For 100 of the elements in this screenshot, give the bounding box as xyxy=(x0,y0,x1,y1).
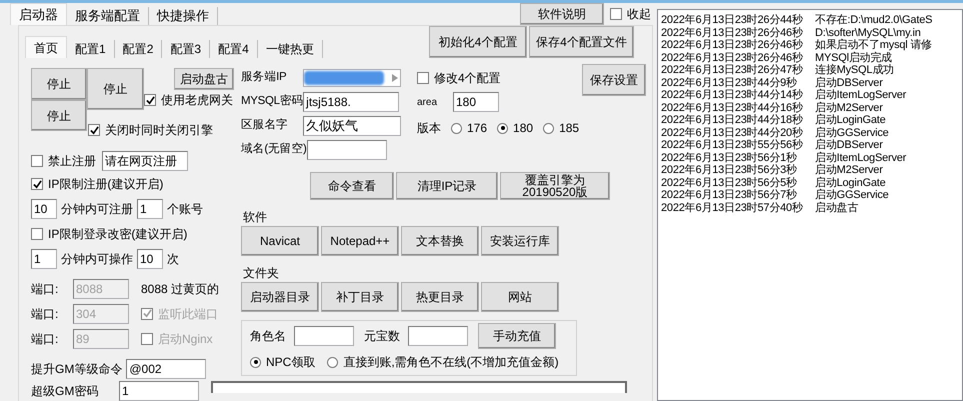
button[interactable]: 初始化4个配置 xyxy=(429,26,527,58)
tab[interactable]: 配置1 xyxy=(67,40,115,58)
label: 个账号 xyxy=(167,201,203,218)
log-time: 2022年6月13日23时26分46秒 xyxy=(661,39,804,52)
log-message: 启动LoginGate xyxy=(815,176,886,188)
label: 分钟内可注册 xyxy=(61,201,133,218)
checkbox[interactable] xyxy=(144,94,156,106)
input-field[interactable]: 10 xyxy=(31,199,57,219)
checkbox[interactable] xyxy=(88,124,100,136)
tab[interactable]: 服务端配置 xyxy=(67,7,149,25)
log-message: 启动GGService xyxy=(815,126,889,138)
button[interactable]: 网站 xyxy=(481,282,559,312)
input-field[interactable]: 请在网页注册 xyxy=(102,151,188,171)
checkbox[interactable] xyxy=(31,228,43,240)
log-message: 启动DBServer xyxy=(815,76,883,88)
tab[interactable]: 首页 xyxy=(25,36,67,58)
checkbox-label: IP限制登录改密(建议开启) xyxy=(48,226,188,243)
button[interactable]: 保存4个配置文件 xyxy=(529,26,634,58)
label: 文件夹 xyxy=(243,265,280,280)
log-time: 2022年6月13日23时26分46秒 xyxy=(661,26,804,39)
arrow-icon xyxy=(392,74,398,82)
tab[interactable]: 配置2 xyxy=(114,40,162,58)
input-field[interactable]: 180 xyxy=(453,92,499,112)
dropdown-field[interactable] xyxy=(303,69,401,87)
label: 区服名字 xyxy=(241,117,289,134)
button[interactable]: 启动盘古 xyxy=(174,68,234,90)
button[interactable]: 手动充值 xyxy=(478,323,556,349)
log-message: 如果启动不了mysql 请修 xyxy=(815,39,932,52)
label: area xyxy=(417,96,438,110)
label: 软件 xyxy=(243,209,268,224)
button[interactable]: 热更目录 xyxy=(401,282,479,312)
log-time: 2022年6月13日23时44分20秒 xyxy=(661,126,804,139)
log-time: 2022年6月13日23时26分47秒 xyxy=(661,64,804,76)
label: 超级GM密码 xyxy=(31,383,100,400)
radio-label: 180 xyxy=(513,120,534,137)
input-field[interactable]: @002 xyxy=(126,359,206,379)
radio-label: NPC领取 xyxy=(266,354,316,371)
radio-button[interactable] xyxy=(497,122,508,134)
input-field[interactable]: 1 xyxy=(137,199,163,219)
label: 端口: xyxy=(31,280,60,298)
log-time: 2022年6月13日23时26分46秒 xyxy=(661,52,804,64)
log-time: 2022年6月13日23时44分9秒 xyxy=(661,76,798,89)
log-message: 启动ItemLogServer xyxy=(815,152,906,164)
radio-button[interactable] xyxy=(327,356,338,368)
button[interactable]: 清理IP记录 xyxy=(396,172,498,200)
log-time: 2022年6月13日23时44分16秒 xyxy=(661,102,804,114)
button[interactable]: 文本替换 xyxy=(401,226,479,256)
radio-button[interactable] xyxy=(543,122,554,134)
log-message: 启动盘古 xyxy=(815,202,858,214)
button[interactable]: 覆盖引擎为20190520版 xyxy=(500,172,610,200)
log-message: D:\softer\MySQL\my.in xyxy=(815,26,921,38)
input-field[interactable]: 1 xyxy=(31,249,57,269)
checkbox-label: IP限制注册(建议开启) xyxy=(48,176,164,193)
input-field[interactable] xyxy=(408,326,468,346)
button[interactable]: 停止 xyxy=(87,68,144,110)
input-field[interactable]: jtsj5188. xyxy=(303,92,400,112)
input-field[interactable]: 10 xyxy=(137,249,163,269)
label: MYSQL密码 xyxy=(241,93,304,110)
button[interactable]: Notepad++ xyxy=(321,226,399,256)
label: 分钟内可操作 xyxy=(61,251,133,268)
log-message: 启动DBServer xyxy=(815,139,883,152)
button[interactable]: 补丁目录 xyxy=(321,282,399,312)
input-field[interactable]: 久似妖气 xyxy=(303,116,401,136)
log-time: 2022年6月13日23时56分5秒 xyxy=(661,176,798,189)
tab[interactable]: 快捷操作 xyxy=(149,7,218,25)
checkbox[interactable] xyxy=(610,8,622,20)
tab[interactable]: 配置4 xyxy=(210,40,258,58)
input-field[interactable] xyxy=(306,140,387,160)
checkbox[interactable] xyxy=(31,155,43,167)
log-message: 启动GGService xyxy=(815,189,889,202)
label: 元宝数 xyxy=(364,328,400,345)
checkbox[interactable] xyxy=(417,72,429,84)
log-time: 2022年6月13日23时55分56秒 xyxy=(661,139,804,152)
log-time: 2022年6月13日23时57分40秒 xyxy=(661,202,804,214)
button[interactable]: 命令查看 xyxy=(310,172,394,200)
button[interactable]: 停止 xyxy=(31,100,87,131)
checkbox-label: 修改4个配置 xyxy=(434,70,501,87)
radio-button[interactable] xyxy=(250,356,261,368)
button[interactable]: 保存设置 xyxy=(582,64,646,96)
tab[interactable]: 配置3 xyxy=(162,40,210,58)
log-message: 启动M2Server xyxy=(815,102,883,114)
tab[interactable]: 一键热更 xyxy=(258,40,323,58)
radio-label: 直接到账,需角色不在线(不增加充值金额) xyxy=(343,354,559,371)
button[interactable]: 启动器目录 xyxy=(241,282,319,312)
button[interactable]: 安装运行库 xyxy=(481,226,559,256)
button[interactable]: Navicat xyxy=(241,226,319,256)
input-field[interactable] xyxy=(294,326,354,346)
button[interactable]: 停止 xyxy=(31,68,87,100)
log-message: 不存在:D:\mud2.0\GateS xyxy=(815,14,932,26)
label: 次 xyxy=(167,251,179,268)
checkbox-label: 监听此端口 xyxy=(158,306,218,322)
log-time: 2022年6月13日23时56分3秒 xyxy=(661,164,798,176)
log-time: 2022年6月13日23时44分14秒 xyxy=(661,89,804,102)
input-field[interactable]: 1 xyxy=(119,381,199,401)
radio-button[interactable] xyxy=(451,122,462,134)
tab[interactable]: 启动器 xyxy=(10,3,67,25)
button[interactable]: 软件说明 xyxy=(520,3,604,25)
radio-label: 185 xyxy=(559,120,580,137)
log-message: MYSQl启动完成 xyxy=(815,52,892,64)
checkbox[interactable] xyxy=(31,178,43,190)
